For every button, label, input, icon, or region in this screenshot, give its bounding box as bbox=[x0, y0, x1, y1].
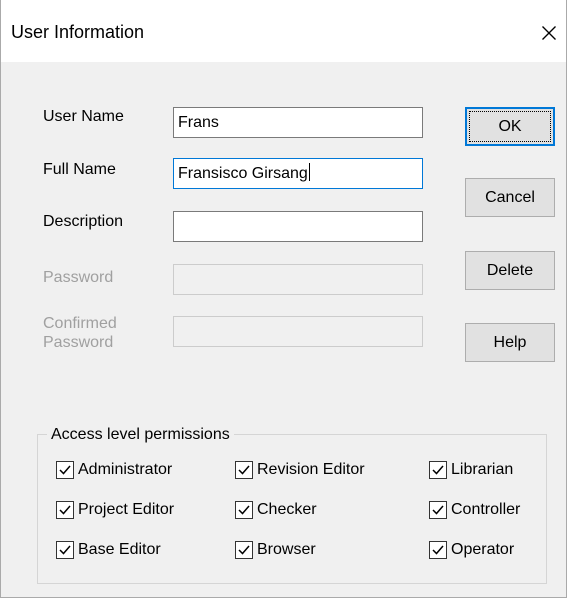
checkbox-box bbox=[235, 541, 253, 559]
user-name-label: User Name bbox=[43, 108, 124, 125]
close-icon bbox=[542, 26, 556, 40]
checkbox-operator[interactable]: Operator bbox=[429, 539, 514, 561]
password-input[interactable] bbox=[173, 264, 423, 295]
checkbox-controller[interactable]: Controller bbox=[429, 499, 520, 521]
focus-ring bbox=[469, 111, 551, 142]
full-name-value: Fransisco Girsang bbox=[178, 165, 308, 182]
checkmark-icon bbox=[238, 545, 250, 555]
text-caret bbox=[308, 163, 310, 181]
access-level-permissions-title: Access level permissions bbox=[47, 426, 234, 444]
description-label: Description bbox=[43, 213, 124, 230]
checkmark-icon bbox=[59, 505, 71, 515]
checkmark-icon bbox=[59, 465, 71, 475]
checkbox-checker[interactable]: Checker bbox=[235, 499, 317, 521]
ok-button[interactable]: OK bbox=[465, 107, 555, 146]
cancel-button-label: Cancel bbox=[485, 189, 535, 206]
checkbox-browser[interactable]: Browser bbox=[235, 539, 316, 561]
cancel-button[interactable]: Cancel bbox=[465, 178, 555, 217]
checkbox-administrator[interactable]: Administrator bbox=[56, 459, 172, 481]
checkmark-icon bbox=[238, 465, 250, 475]
checkbox-project-editor[interactable]: Project Editor bbox=[56, 499, 174, 521]
confirmed-password-label-line1: Confirmed bbox=[43, 315, 117, 332]
help-button-label: Help bbox=[493, 334, 527, 351]
password-label: Password bbox=[43, 269, 114, 286]
checkbox-label: Project Editor bbox=[78, 501, 175, 518]
title-bar: User Information bbox=[1, 0, 566, 62]
checkbox-base-editor[interactable]: Base Editor bbox=[56, 539, 161, 561]
user-name-value: Frans bbox=[178, 114, 219, 131]
checkbox-box bbox=[235, 461, 253, 479]
checkmark-icon bbox=[238, 505, 250, 515]
confirmed-password-input[interactable] bbox=[173, 316, 423, 347]
checkbox-label: Operator bbox=[451, 541, 515, 558]
checkmark-icon bbox=[59, 545, 71, 555]
delete-button[interactable]: Delete bbox=[465, 251, 555, 290]
description-input[interactable] bbox=[173, 211, 423, 242]
confirmed-password-label-line2: Password bbox=[43, 334, 114, 351]
user-name-input[interactable]: Frans bbox=[173, 107, 423, 138]
checkbox-label: Checker bbox=[257, 501, 317, 518]
full-name-input[interactable]: Fransisco Girsang bbox=[173, 158, 423, 189]
checkbox-box bbox=[429, 461, 447, 479]
checkbox-label: Administrator bbox=[78, 461, 173, 478]
checkmark-icon bbox=[432, 505, 444, 515]
checkbox-librarian[interactable]: Librarian bbox=[429, 459, 513, 481]
checkmark-icon bbox=[432, 465, 444, 475]
close-button[interactable] bbox=[530, 12, 566, 52]
checkbox-label: Base Editor bbox=[78, 541, 161, 558]
checkbox-box bbox=[235, 501, 253, 519]
checkmark-icon bbox=[432, 545, 444, 555]
checkbox-box bbox=[56, 501, 74, 519]
checkbox-box bbox=[429, 501, 447, 519]
checkbox-revision-editor[interactable]: Revision Editor bbox=[235, 459, 365, 481]
checkbox-box bbox=[429, 541, 447, 559]
checkbox-box bbox=[56, 461, 74, 479]
dialog-title: User Information bbox=[11, 22, 145, 42]
checkbox-label: Librarian bbox=[451, 461, 514, 478]
delete-button-label: Delete bbox=[486, 262, 534, 279]
checkbox-box bbox=[56, 541, 74, 559]
help-button[interactable]: Help bbox=[465, 323, 555, 362]
full-name-label: Full Name bbox=[43, 161, 116, 178]
user-information-dialog: User Information User Name Full Name Des… bbox=[0, 0, 567, 598]
checkbox-label: Revision Editor bbox=[257, 461, 365, 478]
checkbox-label: Browser bbox=[257, 541, 316, 558]
checkbox-label: Controller bbox=[451, 501, 521, 518]
